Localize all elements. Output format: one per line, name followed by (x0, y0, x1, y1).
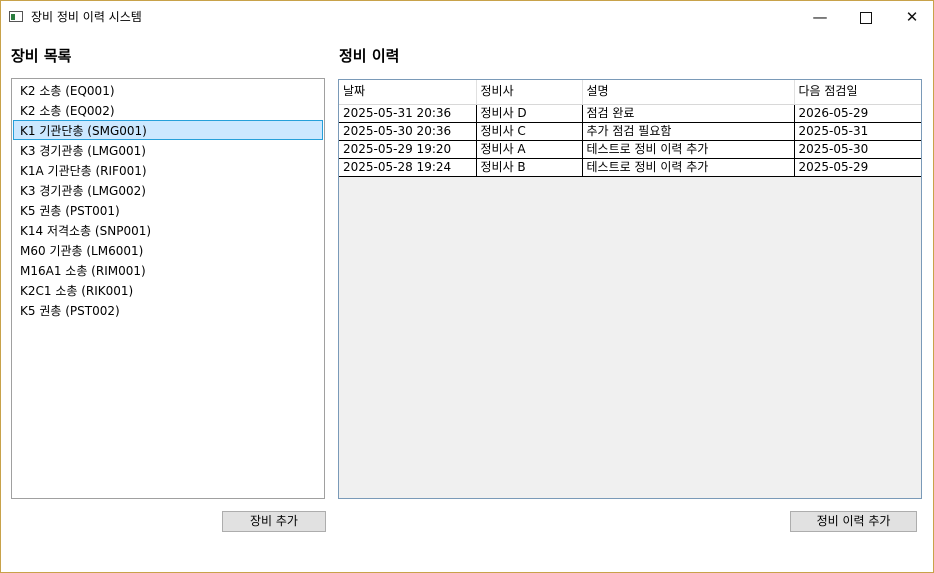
title-bar[interactable]: 장비 정비 이력 시스템 — ✕ (1, 1, 933, 34)
window-title: 장비 정비 이력 시스템 (31, 10, 142, 24)
table-row[interactable]: 2025-05-30 20:36 정비사 C 추가 점검 필요함 2025-05-31 (339, 122, 921, 141)
list-item[interactable]: K5 권총 (PST001) (13, 200, 323, 220)
list-item[interactable]: K2C1 소총 (RIK001) (13, 280, 323, 300)
app-icon (9, 11, 23, 22)
table-cell[interactable]: 2025-05-29 (794, 158, 921, 177)
close-button[interactable]: ✕ (889, 1, 933, 33)
maximize-icon (860, 11, 872, 24)
table-cell[interactable]: 2025-05-29 19:20 (339, 140, 477, 159)
add-equipment-button[interactable]: 장비 추가 (222, 511, 326, 532)
list-item[interactable]: K3 경기관총 (LMG002) (13, 180, 323, 200)
table-cell[interactable]: 2026-05-29 (794, 104, 921, 123)
table-row[interactable]: 2025-05-29 19:20 정비사 A 테스트로 정비 이력 추가 2025-0… (339, 140, 921, 159)
list-item[interactable]: K2 소총 (EQ001) (13, 80, 323, 100)
table-cell[interactable]: 정비사 A (476, 140, 583, 159)
maximize-button[interactable] (843, 1, 889, 33)
list-item[interactable]: K5 권총 (PST002) (13, 300, 323, 320)
list-item[interactable]: K2 소총 (EQ002) (13, 100, 323, 120)
table-cell[interactable]: 2025-05-28 19:24 (339, 158, 477, 177)
equipment-list[interactable]: K2 소총 (EQ001) K2 소총 (EQ002) K1 기관단총 (SMG00… (11, 78, 325, 499)
app-window: 장비 정비 이력 시스템 — ✕ 장비 목록 정비 이력 K2 소총 (EQ00… (0, 0, 934, 573)
column-header[interactable]: 다음 점검일 (794, 80, 921, 105)
table-row[interactable]: 2025-05-28 19:24 정비사 B 테스트로 정비 이력 추가 2025-0… (339, 158, 921, 177)
maintenance-grid[interactable]: 날짜 정비사 설명 다음 점검일 2025-05-31 20:36 정비사 D 점검 완료… (338, 79, 922, 499)
add-maintenance-button[interactable]: 정비 이력 추가 (790, 511, 917, 532)
column-header[interactable]: 정비사 (476, 80, 583, 105)
table-cell[interactable]: 2025-05-30 (794, 140, 921, 159)
list-item[interactable]: M16A1 소총 (RIM001) (13, 260, 323, 280)
list-item[interactable]: M60 기관총 (LM6001) (13, 240, 323, 260)
table-cell[interactable]: 정비사 D (476, 104, 583, 123)
column-header[interactable]: 설명 (582, 80, 795, 105)
table-cell[interactable]: 2025-05-31 (794, 122, 921, 141)
table-cell[interactable]: 정비사 B (476, 158, 583, 177)
table-cell[interactable]: 정비사 C (476, 122, 583, 141)
list-item[interactable]: K14 저격소총 (SNP001) (13, 220, 323, 240)
table-cell[interactable]: 2025-05-30 20:36 (339, 122, 477, 141)
table-cell[interactable]: 점검 완료 (582, 104, 795, 123)
list-item[interactable]: K1 기관단총 (SMG001) (13, 120, 323, 140)
maintenance-history-header: 정비 이력 (339, 47, 400, 65)
table-row[interactable]: 2025-05-31 20:36 정비사 D 점검 완료 2026-05-29 (339, 104, 921, 123)
table-cell[interactable]: 테스트로 정비 이력 추가 (582, 158, 795, 177)
column-header[interactable]: 날짜 (339, 80, 477, 105)
equipment-list-header: 장비 목록 (11, 47, 72, 65)
minimize-button[interactable]: — (797, 1, 843, 33)
list-item[interactable]: K1A 기관단총 (RIF001) (13, 160, 323, 180)
table-cell[interactable]: 테스트로 정비 이력 추가 (582, 140, 795, 159)
list-item[interactable]: K3 경기관총 (LMG001) (13, 140, 323, 160)
table-cell[interactable]: 2025-05-31 20:36 (339, 104, 477, 123)
table-cell[interactable]: 추가 점검 필요함 (582, 122, 795, 141)
